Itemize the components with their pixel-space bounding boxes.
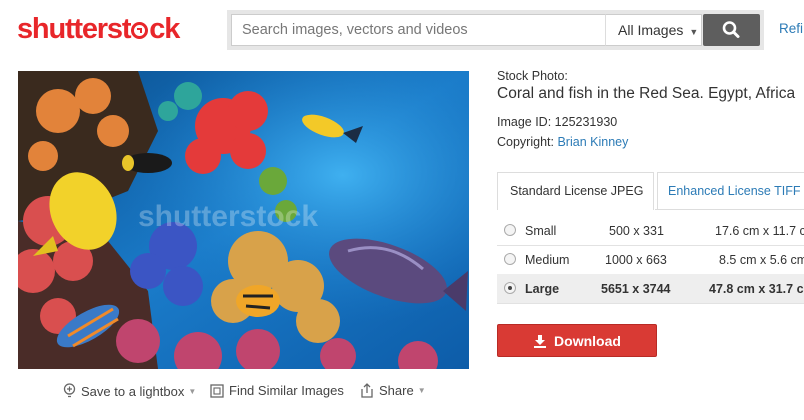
size-row-medium[interactable]: Medium 1000 x 663 8.5 cm x 5.6 cm [497,245,804,275]
refine-link[interactable]: Refi [779,21,803,36]
radio-small[interactable] [504,224,516,236]
logo-text-suffix: ck [149,13,180,45]
radio-large[interactable] [504,282,516,294]
size-name: Medium [525,253,570,267]
find-similar-icon [210,383,224,398]
search-button[interactable] [703,14,760,46]
image-id-label: Image ID: [497,115,552,129]
size-print: 47.8 cm x 31.7 cm [709,282,804,296]
size-print: 8.5 cm x 5.6 cm [719,253,804,267]
tab-standard-license[interactable]: Standard License JPEG [497,172,654,210]
radio-medium[interactable] [504,253,516,265]
image-title: Coral and fish in the Red Sea. Egypt, Af… [497,85,796,102]
save-to-lightbox-label: Save to a lightbox [81,383,185,399]
chevron-down-icon: ▼ [689,27,699,37]
size-print: 17.6 cm x 11.7 cm [715,224,804,238]
size-row-large[interactable]: Large 5651 x 3744 47.8 cm x 31.7 cm [497,274,804,304]
size-row-small[interactable]: Small 500 x 331 17.6 cm x 11.7 cm [497,216,804,246]
lightbulb-plus-icon [63,383,76,398]
image-id-value: 125231930 [554,115,618,129]
shutterstock-logo[interactable]: shutterst ck [17,12,180,46]
share-label: Share [379,383,414,398]
download-label: Download [554,332,621,349]
tabs-divider [655,209,804,210]
find-similar-label: Find Similar Images [229,383,344,398]
image-id: Image ID: 125231930 [497,115,617,129]
search-bar: All Images ▼ [227,10,764,50]
download-arrow-icon [534,334,547,348]
copyright-owner-link[interactable]: Brian Kinney [557,135,628,149]
size-pixels: 1000 x 663 [605,253,667,267]
copyright-label: Copyright: [497,135,554,149]
size-name: Large [525,282,560,296]
search-input[interactable] [231,14,607,46]
stock-photo-kicker: Stock Photo: [497,69,568,83]
size-pixels: 500 x 331 [609,224,664,238]
logo-text-prefix: shutterst [17,13,131,45]
coral-reef-image: shutterstock [18,71,469,369]
share-icon [361,383,373,398]
watermark-text: shutterstock [138,200,318,233]
download-button[interactable]: Download [497,324,657,357]
license-tabs: Standard License JPEG Enhanced License T… [497,172,804,210]
size-pixels: 5651 x 3744 [601,282,671,296]
save-to-lightbox-button[interactable]: Save to a lightbox ▼ [63,383,196,399]
size-name: Small [525,224,557,238]
tab-enhanced-license[interactable]: Enhanced License TIFF [657,172,804,210]
copyright: Copyright: Brian Kinney [497,135,628,149]
logo-o-icon [131,22,149,39]
find-similar-button[interactable]: Find Similar Images [210,383,344,398]
chevron-down-icon: ▼ [188,386,197,396]
stock-photo[interactable]: shutterstock [18,71,469,369]
search-scope-label: All Images [618,22,684,38]
search-icon [722,21,740,38]
chevron-down-icon: ▼ [417,386,426,395]
search-scope-dropdown[interactable]: All Images ▼ [605,14,702,46]
share-button[interactable]: Share ▼ [360,383,426,398]
